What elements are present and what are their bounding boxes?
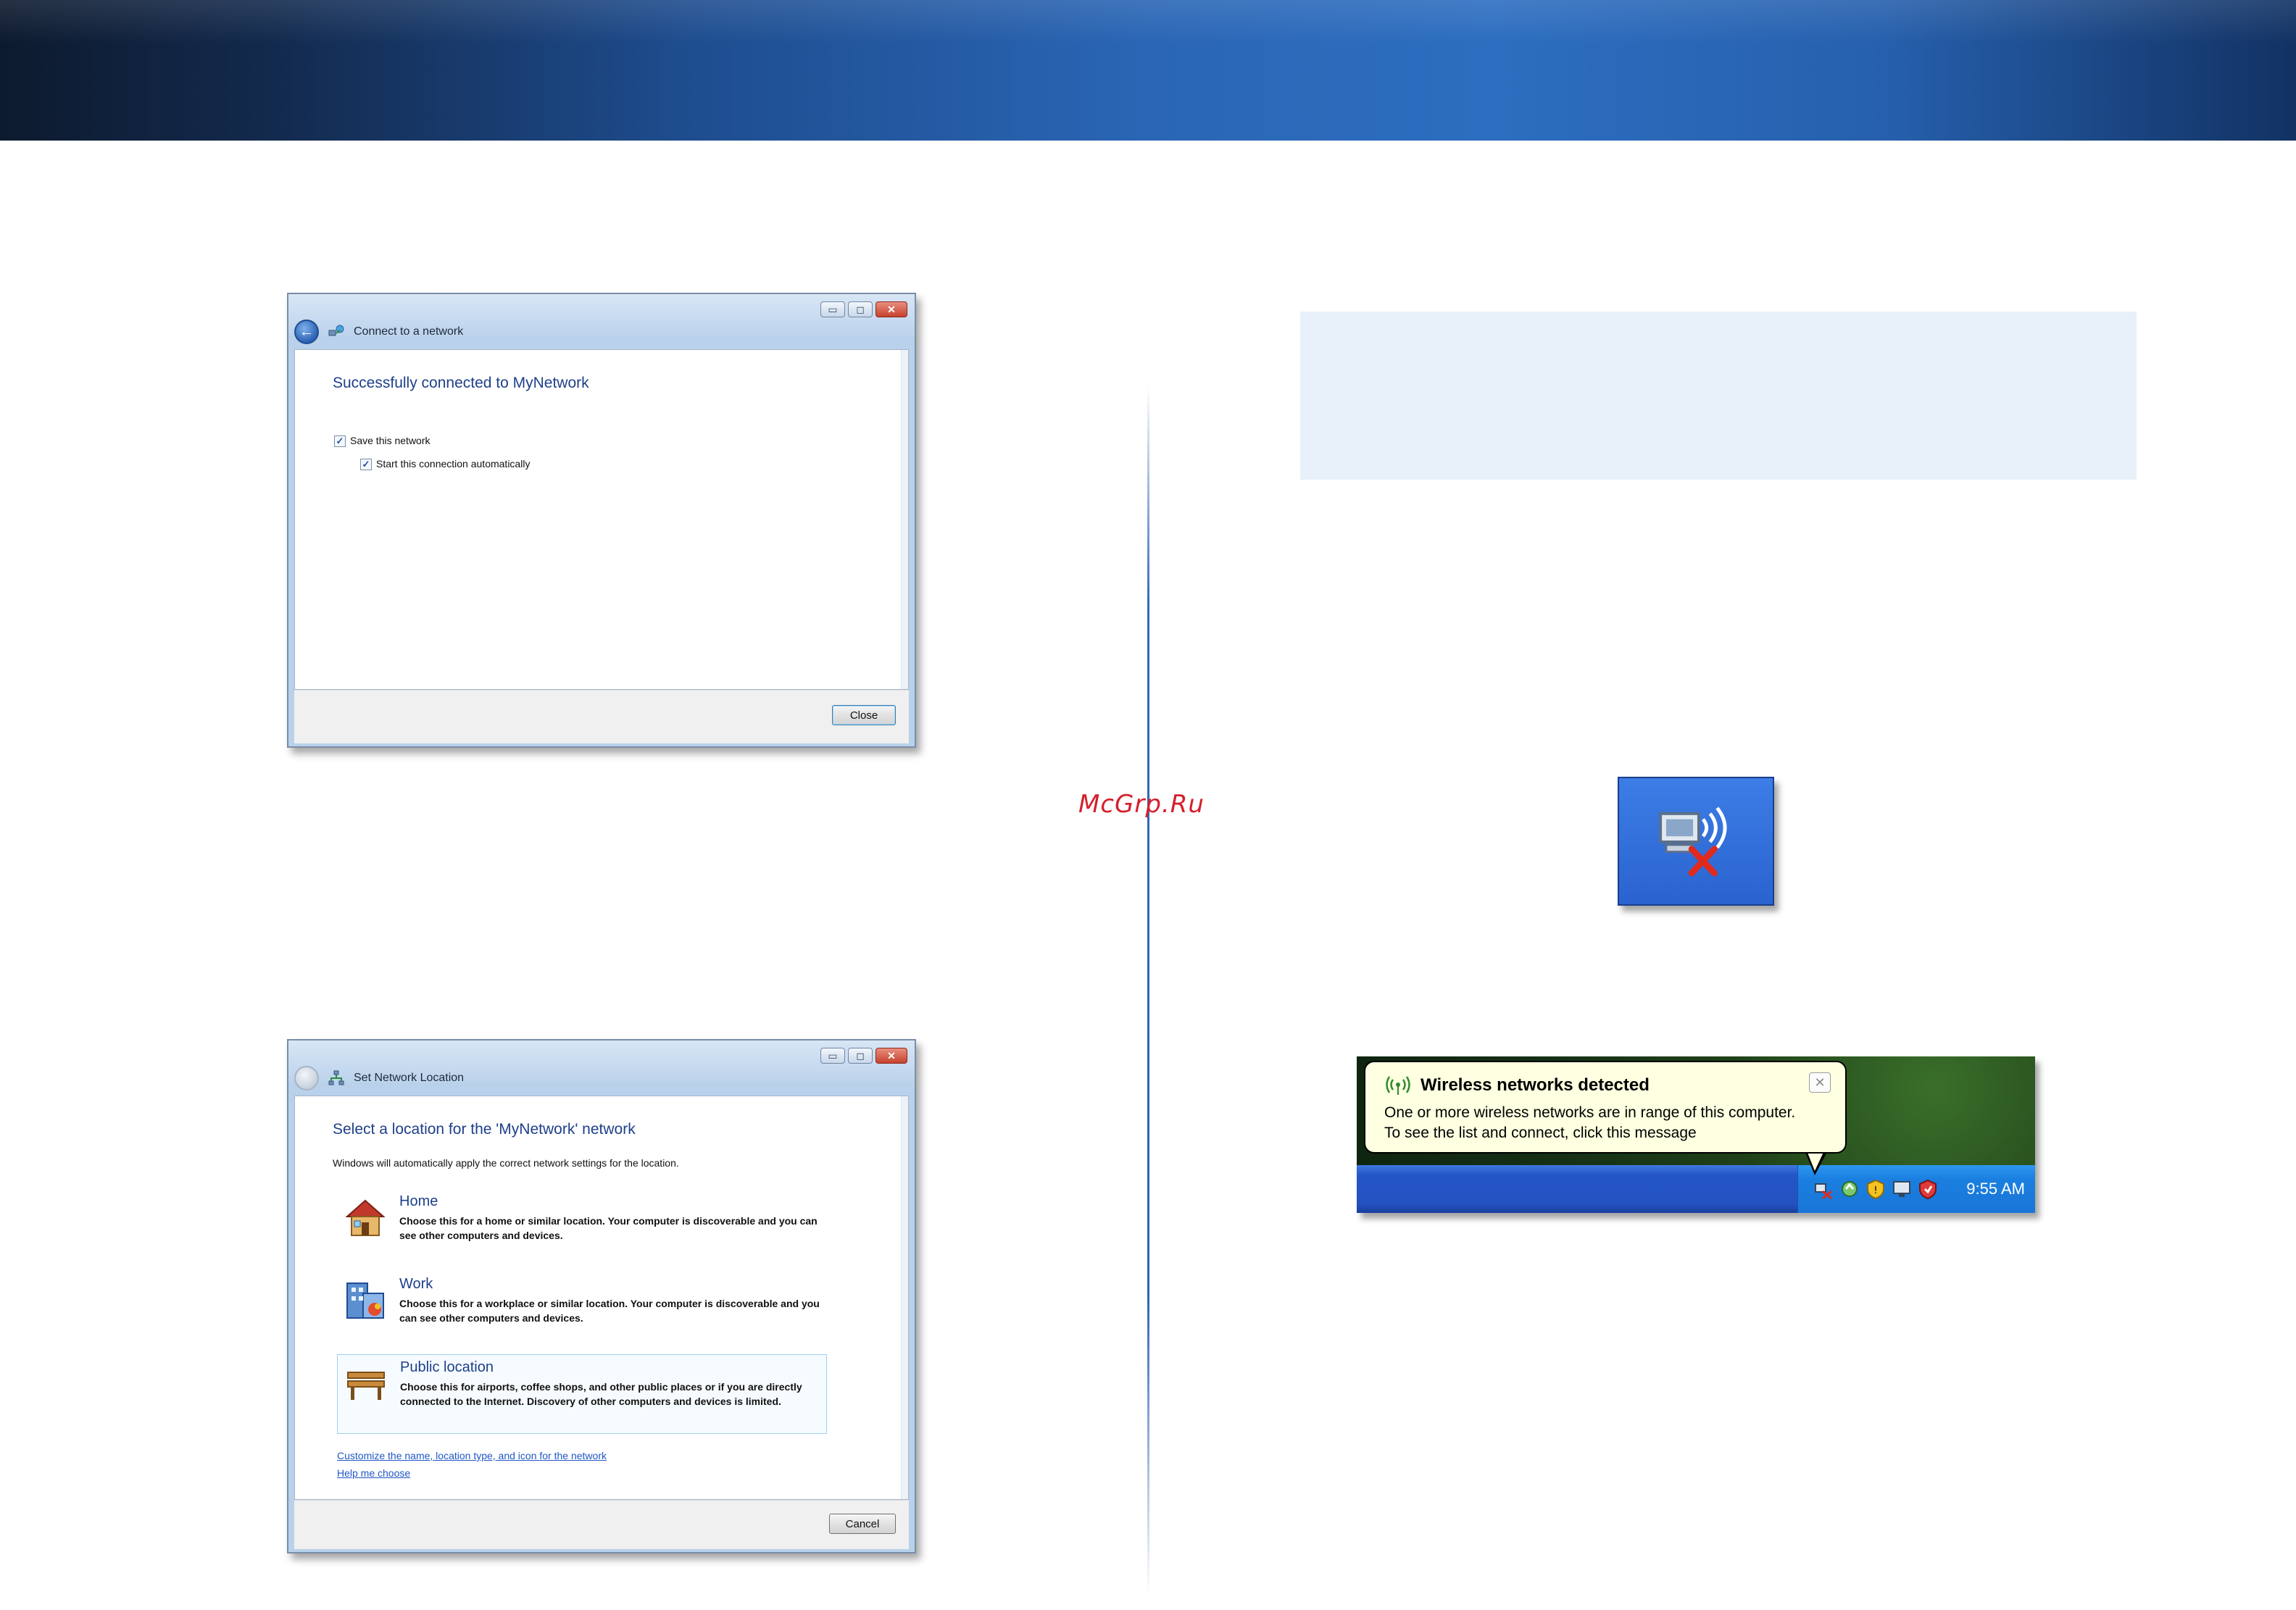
- help-me-choose-link[interactable]: Help me choose: [337, 1467, 410, 1479]
- window-title: Set Network Location: [354, 1072, 465, 1084]
- network-location-icon: [328, 1070, 344, 1085]
- watermark: McGrp.Ru: [1078, 790, 1205, 819]
- customize-network-link[interactable]: Customize the name, location type, and i…: [337, 1450, 607, 1461]
- window-title: Connect to a network: [354, 325, 464, 338]
- window-controls: ▭ ◻ ✕: [820, 301, 907, 317]
- house-icon: [345, 1199, 386, 1236]
- notification-line-2: To see the list and connect, click this …: [1384, 1125, 1697, 1141]
- location-option-work[interactable]: Work Choose this for a workplace or simi…: [337, 1272, 827, 1353]
- save-network-label: Save this network: [350, 435, 430, 446]
- option-title: Home: [399, 1193, 438, 1209]
- cancel-button[interactable]: Cancel: [829, 1514, 896, 1534]
- column-divider: [1147, 385, 1149, 1596]
- xp-notification-crop: ! 9:55 AM Wireless networks detected ✕ O…: [1357, 1056, 2035, 1213]
- back-arrow-icon[interactable]: ←: [294, 1066, 319, 1090]
- close-button[interactable]: Close: [832, 705, 896, 725]
- window-footer: Close: [294, 690, 909, 743]
- wireless-network-disconnected-icon[interactable]: [1813, 1178, 1834, 1200]
- close-window-button[interactable]: ✕: [875, 301, 907, 317]
- minimize-button[interactable]: ▭: [820, 1048, 845, 1064]
- refresh-icon[interactable]: [1839, 1178, 1860, 1200]
- back-arrow-icon[interactable]: ←: [294, 320, 319, 344]
- option-description: Choose this for a workplace or similar l…: [399, 1298, 820, 1324]
- option-title: Work: [399, 1276, 433, 1292]
- option-description: Choose this for a home or similar locati…: [399, 1215, 818, 1241]
- wireless-network-disconnected-icon[interactable]: [1619, 778, 1773, 904]
- svg-text:!: !: [1873, 1185, 1877, 1196]
- security-shield-icon[interactable]: !: [1865, 1178, 1887, 1200]
- notification-line-1: One or more wireless networks are in ran…: [1384, 1104, 1796, 1121]
- note-box: [1300, 312, 2137, 480]
- window-footer: Cancel: [294, 1500, 909, 1549]
- park-bench-icon: [347, 1372, 385, 1400]
- close-icon[interactable]: ✕: [1809, 1072, 1831, 1093]
- window-controls: ▭ ◻ ✕: [820, 1048, 907, 1064]
- tray-icon-tile: [1618, 777, 1774, 906]
- window-navbar: ← Connect to a network: [294, 316, 909, 348]
- location-option-public[interactable]: Public location Choose this for airports…: [337, 1354, 827, 1434]
- location-option-home[interactable]: Home Choose this for a home or similar l…: [337, 1189, 827, 1270]
- window-body: Select a location for the 'MyNetwork' ne…: [294, 1096, 909, 1500]
- success-heading: Successfully connected to MyNetwork: [333, 375, 589, 391]
- office-building-icon: [346, 1282, 384, 1319]
- location-intro: Windows will automatically apply the cor…: [333, 1157, 679, 1169]
- auto-connect-label: Start this connection automatically: [376, 458, 531, 470]
- location-heading: Select a location for the 'MyNetwork' ne…: [333, 1121, 636, 1138]
- window-navbar: ← Set Network Location: [294, 1062, 909, 1094]
- clock[interactable]: 9:55 AM: [1966, 1180, 2025, 1198]
- close-window-button[interactable]: ✕: [875, 1048, 907, 1064]
- scrollbar[interactable]: [901, 1096, 908, 1499]
- minimize-button[interactable]: ▭: [820, 301, 845, 317]
- connect-network-window: ▭ ◻ ✕ ← Connect to a network Successfull…: [287, 293, 916, 748]
- option-description: Choose this for airports, coffee shops, …: [400, 1381, 802, 1407]
- auto-connect-checkbox[interactable]: ✓: [360, 459, 372, 470]
- notification-title: Wireless networks detected: [1421, 1075, 1650, 1095]
- maximize-button[interactable]: ◻: [848, 301, 873, 317]
- system-tray: ! 9:55 AM: [1797, 1165, 2035, 1213]
- wireless-signal-icon: [1386, 1076, 1410, 1095]
- antivirus-shield-icon[interactable]: [1917, 1178, 1939, 1200]
- wireless-notification-balloon[interactable]: Wireless networks detected ✕ One or more…: [1364, 1061, 1847, 1154]
- monitor-icon[interactable]: [1891, 1178, 1913, 1200]
- network-globe-icon: [328, 325, 344, 336]
- header-band: [0, 0, 2296, 141]
- option-title: Public location: [400, 1359, 494, 1375]
- window-body: Successfully connected to MyNetwork ✓ Sa…: [294, 349, 909, 690]
- maximize-button[interactable]: ◻: [848, 1048, 873, 1064]
- set-network-location-window: ▭ ◻ ✕ ← Set Network Location Select a lo…: [287, 1039, 916, 1553]
- save-network-checkbox[interactable]: ✓: [334, 435, 346, 447]
- scrollbar[interactable]: [901, 350, 908, 689]
